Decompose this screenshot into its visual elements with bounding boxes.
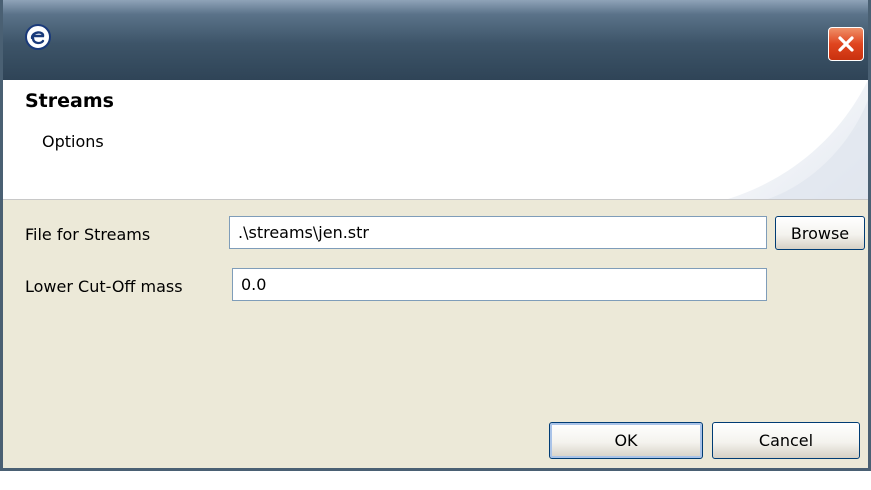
close-icon (838, 36, 854, 52)
dialog-title: Streams (25, 90, 114, 112)
header-decoration (728, 80, 868, 199)
eclipse-e-icon (25, 24, 51, 50)
dialog-header: Streams Options (3, 80, 868, 200)
browse-button[interactable]: Browse (775, 216, 865, 250)
cancel-button[interactable]: Cancel (712, 422, 860, 459)
lower-cutoff-mass-label: Lower Cut-Off mass (25, 277, 183, 296)
file-path-input[interactable] (229, 216, 767, 249)
file-for-streams-label: File for Streams (25, 225, 151, 244)
form-area: File for Streams Browse Lower Cut-Off ma… (3, 200, 868, 468)
dialog-subtitle: Options (42, 132, 104, 151)
ok-button[interactable]: OK (549, 422, 703, 459)
dialog-window: Streams Options File for Streams Browse … (0, 0, 871, 471)
close-button[interactable] (828, 27, 864, 61)
title-bar[interactable] (3, 0, 868, 80)
lower-cutoff-mass-input[interactable] (232, 268, 767, 301)
